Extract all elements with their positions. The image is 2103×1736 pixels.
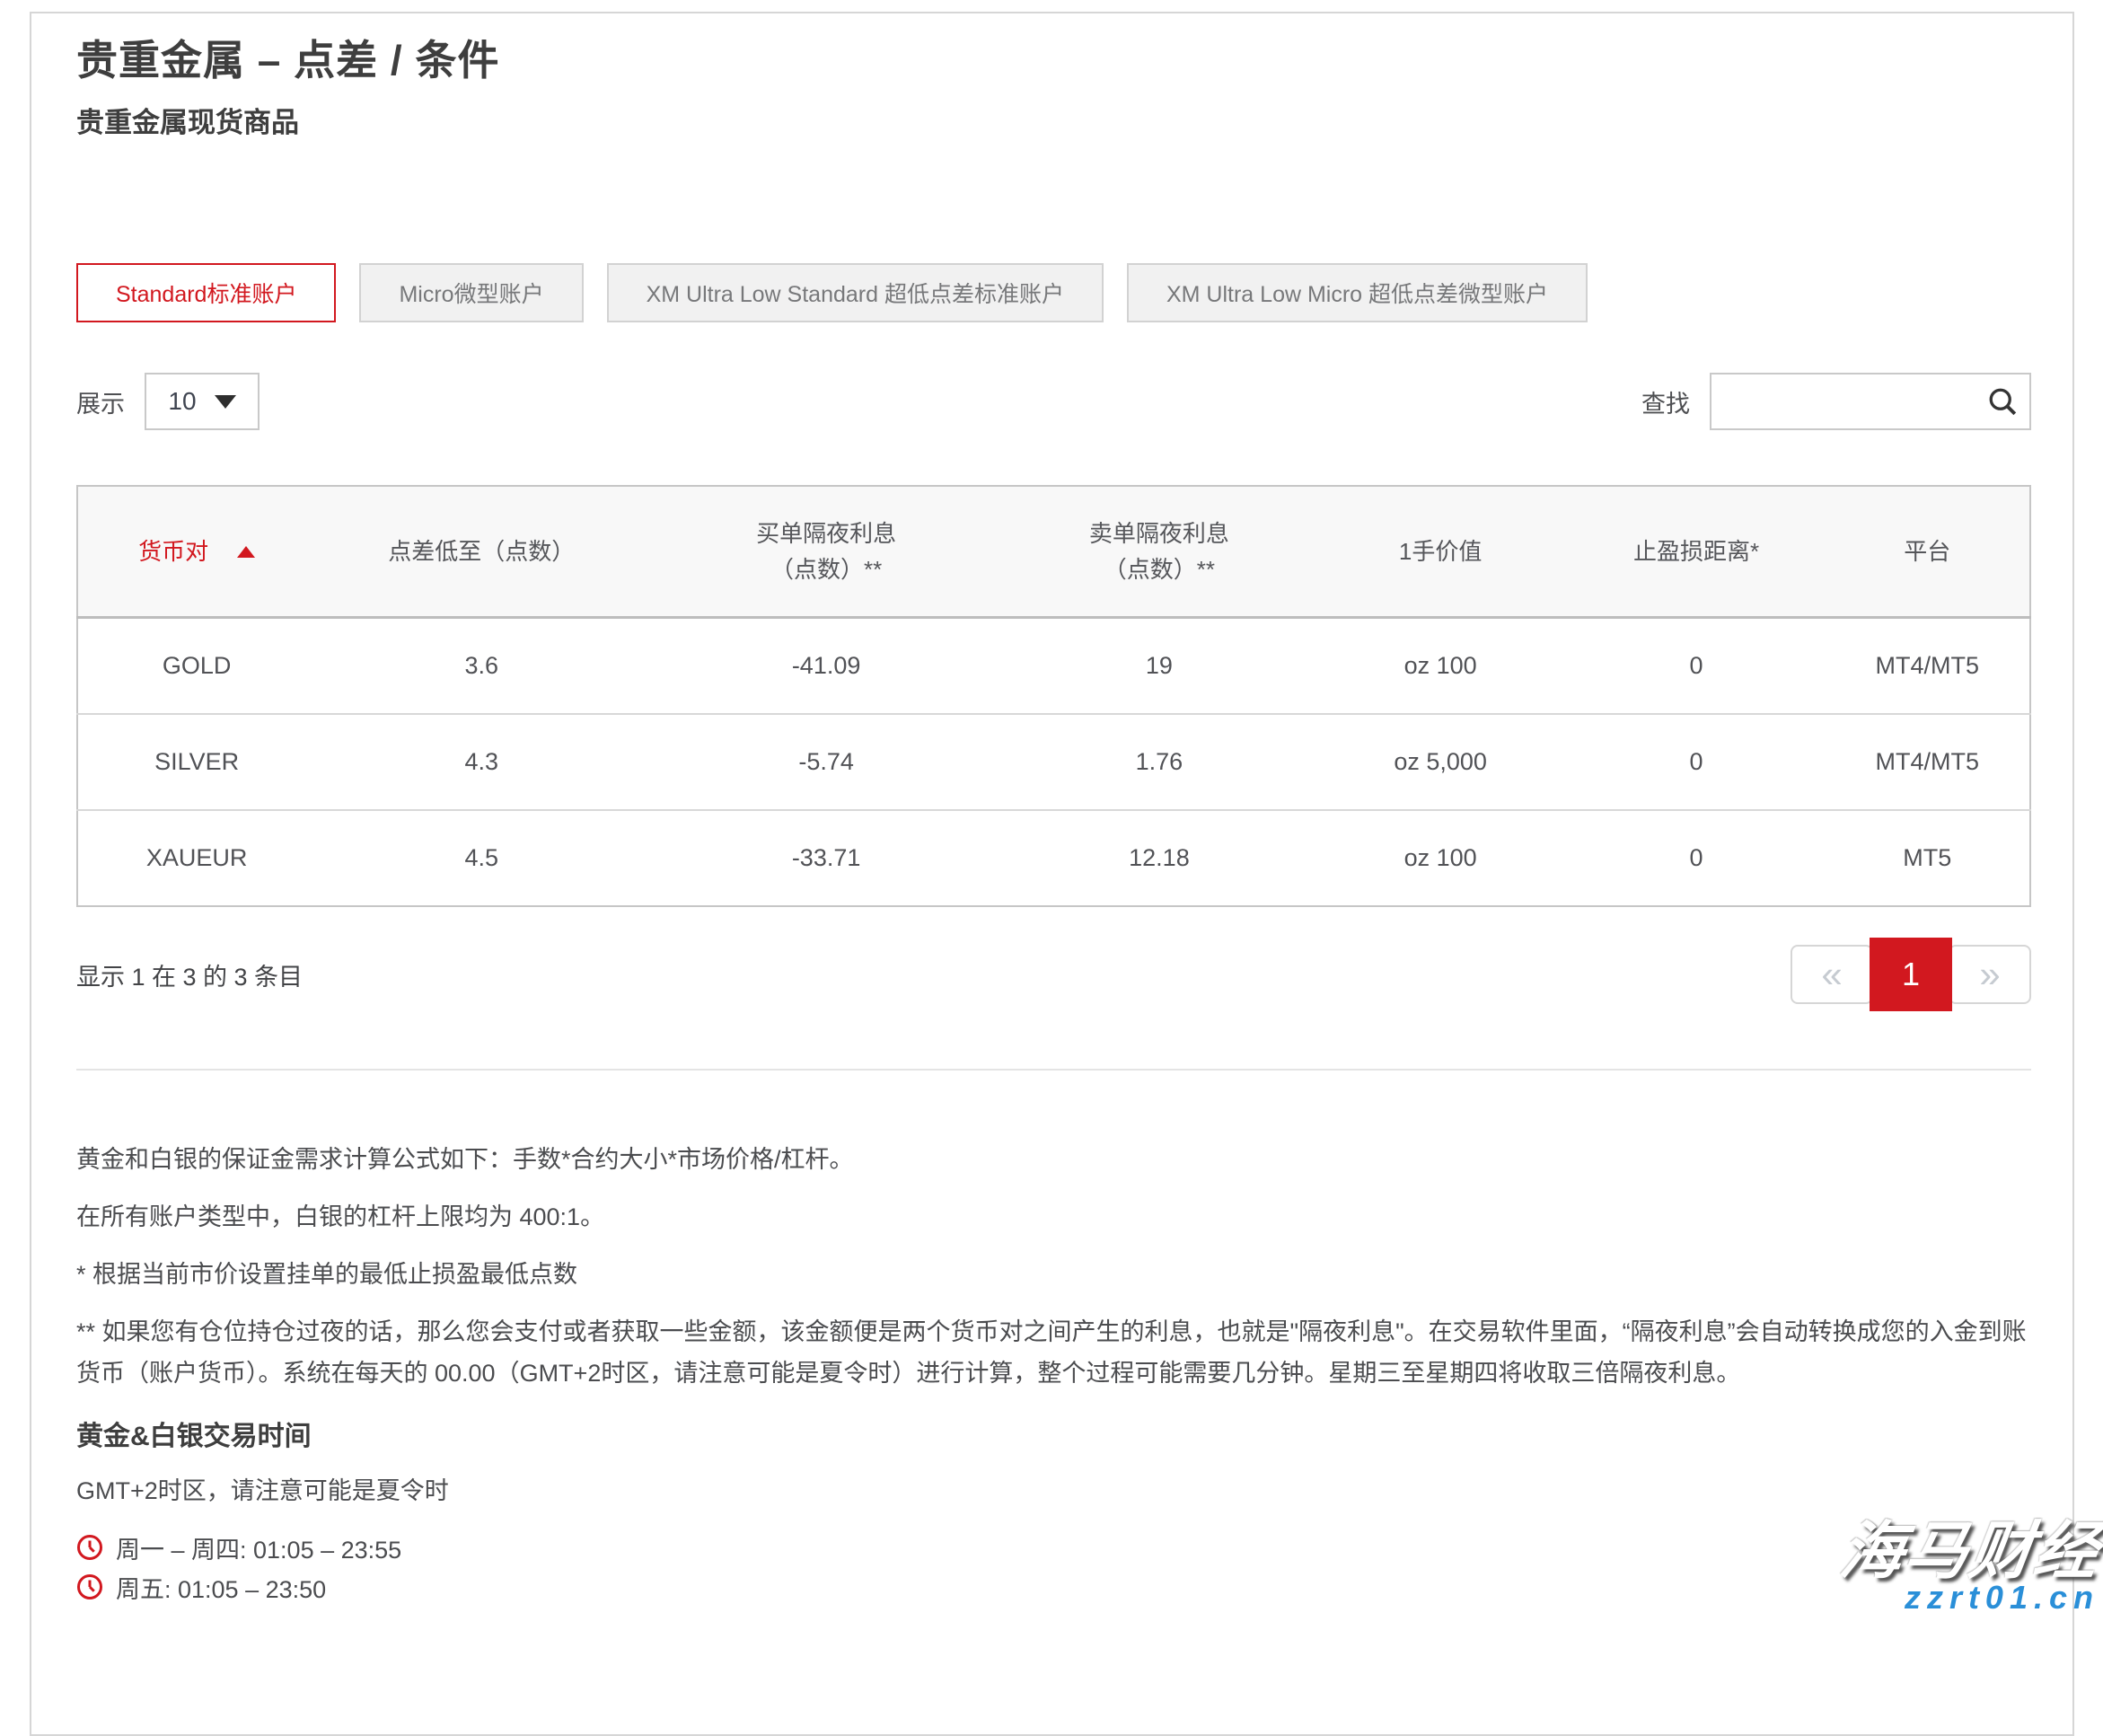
content-panel: 贵重金属 – 点差 / 条件 贵重金属现货商品 Standard标准账户 Mic…: [30, 12, 2074, 1736]
cell-lot-value: oz 100: [1314, 810, 1568, 906]
search-label: 查找: [1641, 384, 1690, 419]
search-box: [1710, 373, 2031, 430]
pagination: « 1 »: [1791, 938, 2031, 1011]
margin-formula-note: 黄金和白银的保证金需求计算公式如下：手数*合约大小*市场价格/杠杆。: [76, 1139, 2031, 1180]
table-header-row: 货币对 点差低至（点数） 买单隔夜利息 （点数）** 卖单隔夜利息 （点数）**…: [77, 486, 2030, 618]
tab-label: Micro微型账户: [399, 277, 543, 309]
page-size-value: 10: [168, 387, 196, 416]
cell-lot-value: oz 5,000: [1314, 714, 1568, 810]
silver-leverage-note: 在所有账户类型中，白银的杠杆上限均为 400:1。: [76, 1196, 2031, 1238]
schedule-row-weekdays: 周一 – 周四: 01:05 – 23:55: [76, 1531, 2031, 1564]
pagination-prev-button[interactable]: «: [1791, 945, 1873, 1004]
stop-level-footnote: * 根据当前市价设置挂单的最低止损盈最低点数: [76, 1254, 2031, 1295]
cell-pair: XAUEUR: [77, 810, 315, 906]
tab-standard-account[interactable]: Standard标准账户: [76, 263, 336, 322]
pagination-next-button[interactable]: »: [1949, 945, 2031, 1004]
tab-label: XM Ultra Low Micro 超低点差微型账户: [1166, 277, 1548, 309]
cell-limit-stop: 0: [1568, 618, 1826, 715]
swap-footnote: ** 如果您有仓位持仓过夜的话，那么您会支付或者获取一些金额，该金额便是两个货币…: [76, 1311, 2031, 1394]
pagination-page-1-button[interactable]: 1: [1870, 938, 1952, 1011]
column-header-limit-stop[interactable]: 止盈损距离*: [1568, 486, 1826, 618]
tab-label: XM Ultra Low Standard 超低点差标准账户: [647, 277, 1064, 309]
column-header-swap-long[interactable]: 买单隔夜利息 （点数）**: [647, 486, 1005, 618]
schedule-text: 周五: 01:05 – 23:50: [116, 1570, 326, 1605]
cell-swap-short: 1.76: [1005, 714, 1314, 810]
search-input[interactable]: [1711, 375, 2029, 428]
cell-spread: 4.5: [315, 810, 647, 906]
schedule-row-friday: 周五: 01:05 – 23:50: [76, 1571, 2031, 1603]
page-title: 贵重金属 – 点差 / 条件: [76, 37, 2031, 84]
cell-swap-short: 19: [1005, 618, 1314, 715]
table-row: GOLD 3.6 -41.09 19 oz 100 0 MT4/MT5: [77, 618, 2030, 715]
timezone-note: GMT+2时区，请注意可能是夏令时: [76, 1475, 2031, 1507]
cell-platform: MT5: [1826, 810, 2030, 906]
table-footer: 显示 1 在 3 的 3 条目 « 1 »: [76, 938, 2031, 1011]
tab-micro-account[interactable]: Micro微型账户: [359, 263, 583, 322]
column-header-swap-short[interactable]: 卖单隔夜利息 （点数）**: [1005, 486, 1314, 618]
page-size-label: 展示: [76, 384, 125, 419]
tab-ultra-low-standard-account[interactable]: XM Ultra Low Standard 超低点差标准账户: [607, 263, 1104, 322]
cell-pair: SILVER: [77, 714, 315, 810]
instruments-table: 货币对 点差低至（点数） 买单隔夜利息 （点数）** 卖单隔夜利息 （点数）**…: [76, 485, 2031, 907]
cell-limit-stop: 0: [1568, 810, 1826, 906]
table-row: XAUEUR 4.5 -33.71 12.18 oz 100 0 MT5: [77, 810, 2030, 906]
column-header-pair-label: 货币对: [138, 538, 208, 565]
cell-lot-value: oz 100: [1314, 618, 1568, 715]
search-control: 查找: [1641, 373, 2031, 430]
clock-icon: [76, 1573, 103, 1600]
column-header-pair[interactable]: 货币对: [77, 486, 315, 618]
column-header-spread[interactable]: 点差低至（点数）: [315, 486, 647, 618]
cell-platform: MT4/MT5: [1826, 618, 2030, 715]
account-type-tabs: Standard标准账户 Micro微型账户 XM Ultra Low Stan…: [76, 263, 2031, 322]
column-header-platform[interactable]: 平台: [1826, 486, 2030, 618]
section-divider: [76, 1069, 2031, 1071]
entries-info: 显示 1 在 3 的 3 条目: [76, 957, 303, 992]
table-row: SILVER 4.3 -5.74 1.76 oz 5,000 0 MT4/MT5: [77, 714, 2030, 810]
page-size-select[interactable]: 10: [145, 373, 260, 430]
page-size-control: 展示 10: [76, 373, 260, 430]
page-subtitle: 贵重金属现货商品: [76, 105, 2031, 141]
cell-swap-long: -33.71: [647, 810, 1005, 906]
cell-swap-long: -41.09: [647, 618, 1005, 715]
tab-label: Standard标准账户: [116, 277, 296, 309]
cell-swap-short: 12.18: [1005, 810, 1314, 906]
clock-icon: [76, 1534, 103, 1561]
cell-platform: MT4/MT5: [1826, 714, 2030, 810]
trading-hours-title: 黄金&白银交易时间: [76, 1419, 2031, 1455]
cell-limit-stop: 0: [1568, 714, 1826, 810]
search-icon: [1986, 385, 2019, 418]
caret-down-icon: [215, 395, 236, 409]
cell-spread: 3.6: [315, 618, 647, 715]
schedule-text: 周一 – 周四: 01:05 – 23:55: [116, 1530, 401, 1565]
cell-swap-long: -5.74: [647, 714, 1005, 810]
table-controls: 展示 10 查找: [76, 373, 2031, 430]
tab-ultra-low-micro-account[interactable]: XM Ultra Low Micro 超低点差微型账户: [1127, 263, 1588, 322]
sort-asc-icon: [237, 546, 255, 558]
cell-spread: 4.3: [315, 714, 647, 810]
cell-pair: GOLD: [77, 618, 315, 715]
column-header-lot-value[interactable]: 1手价值: [1314, 486, 1568, 618]
